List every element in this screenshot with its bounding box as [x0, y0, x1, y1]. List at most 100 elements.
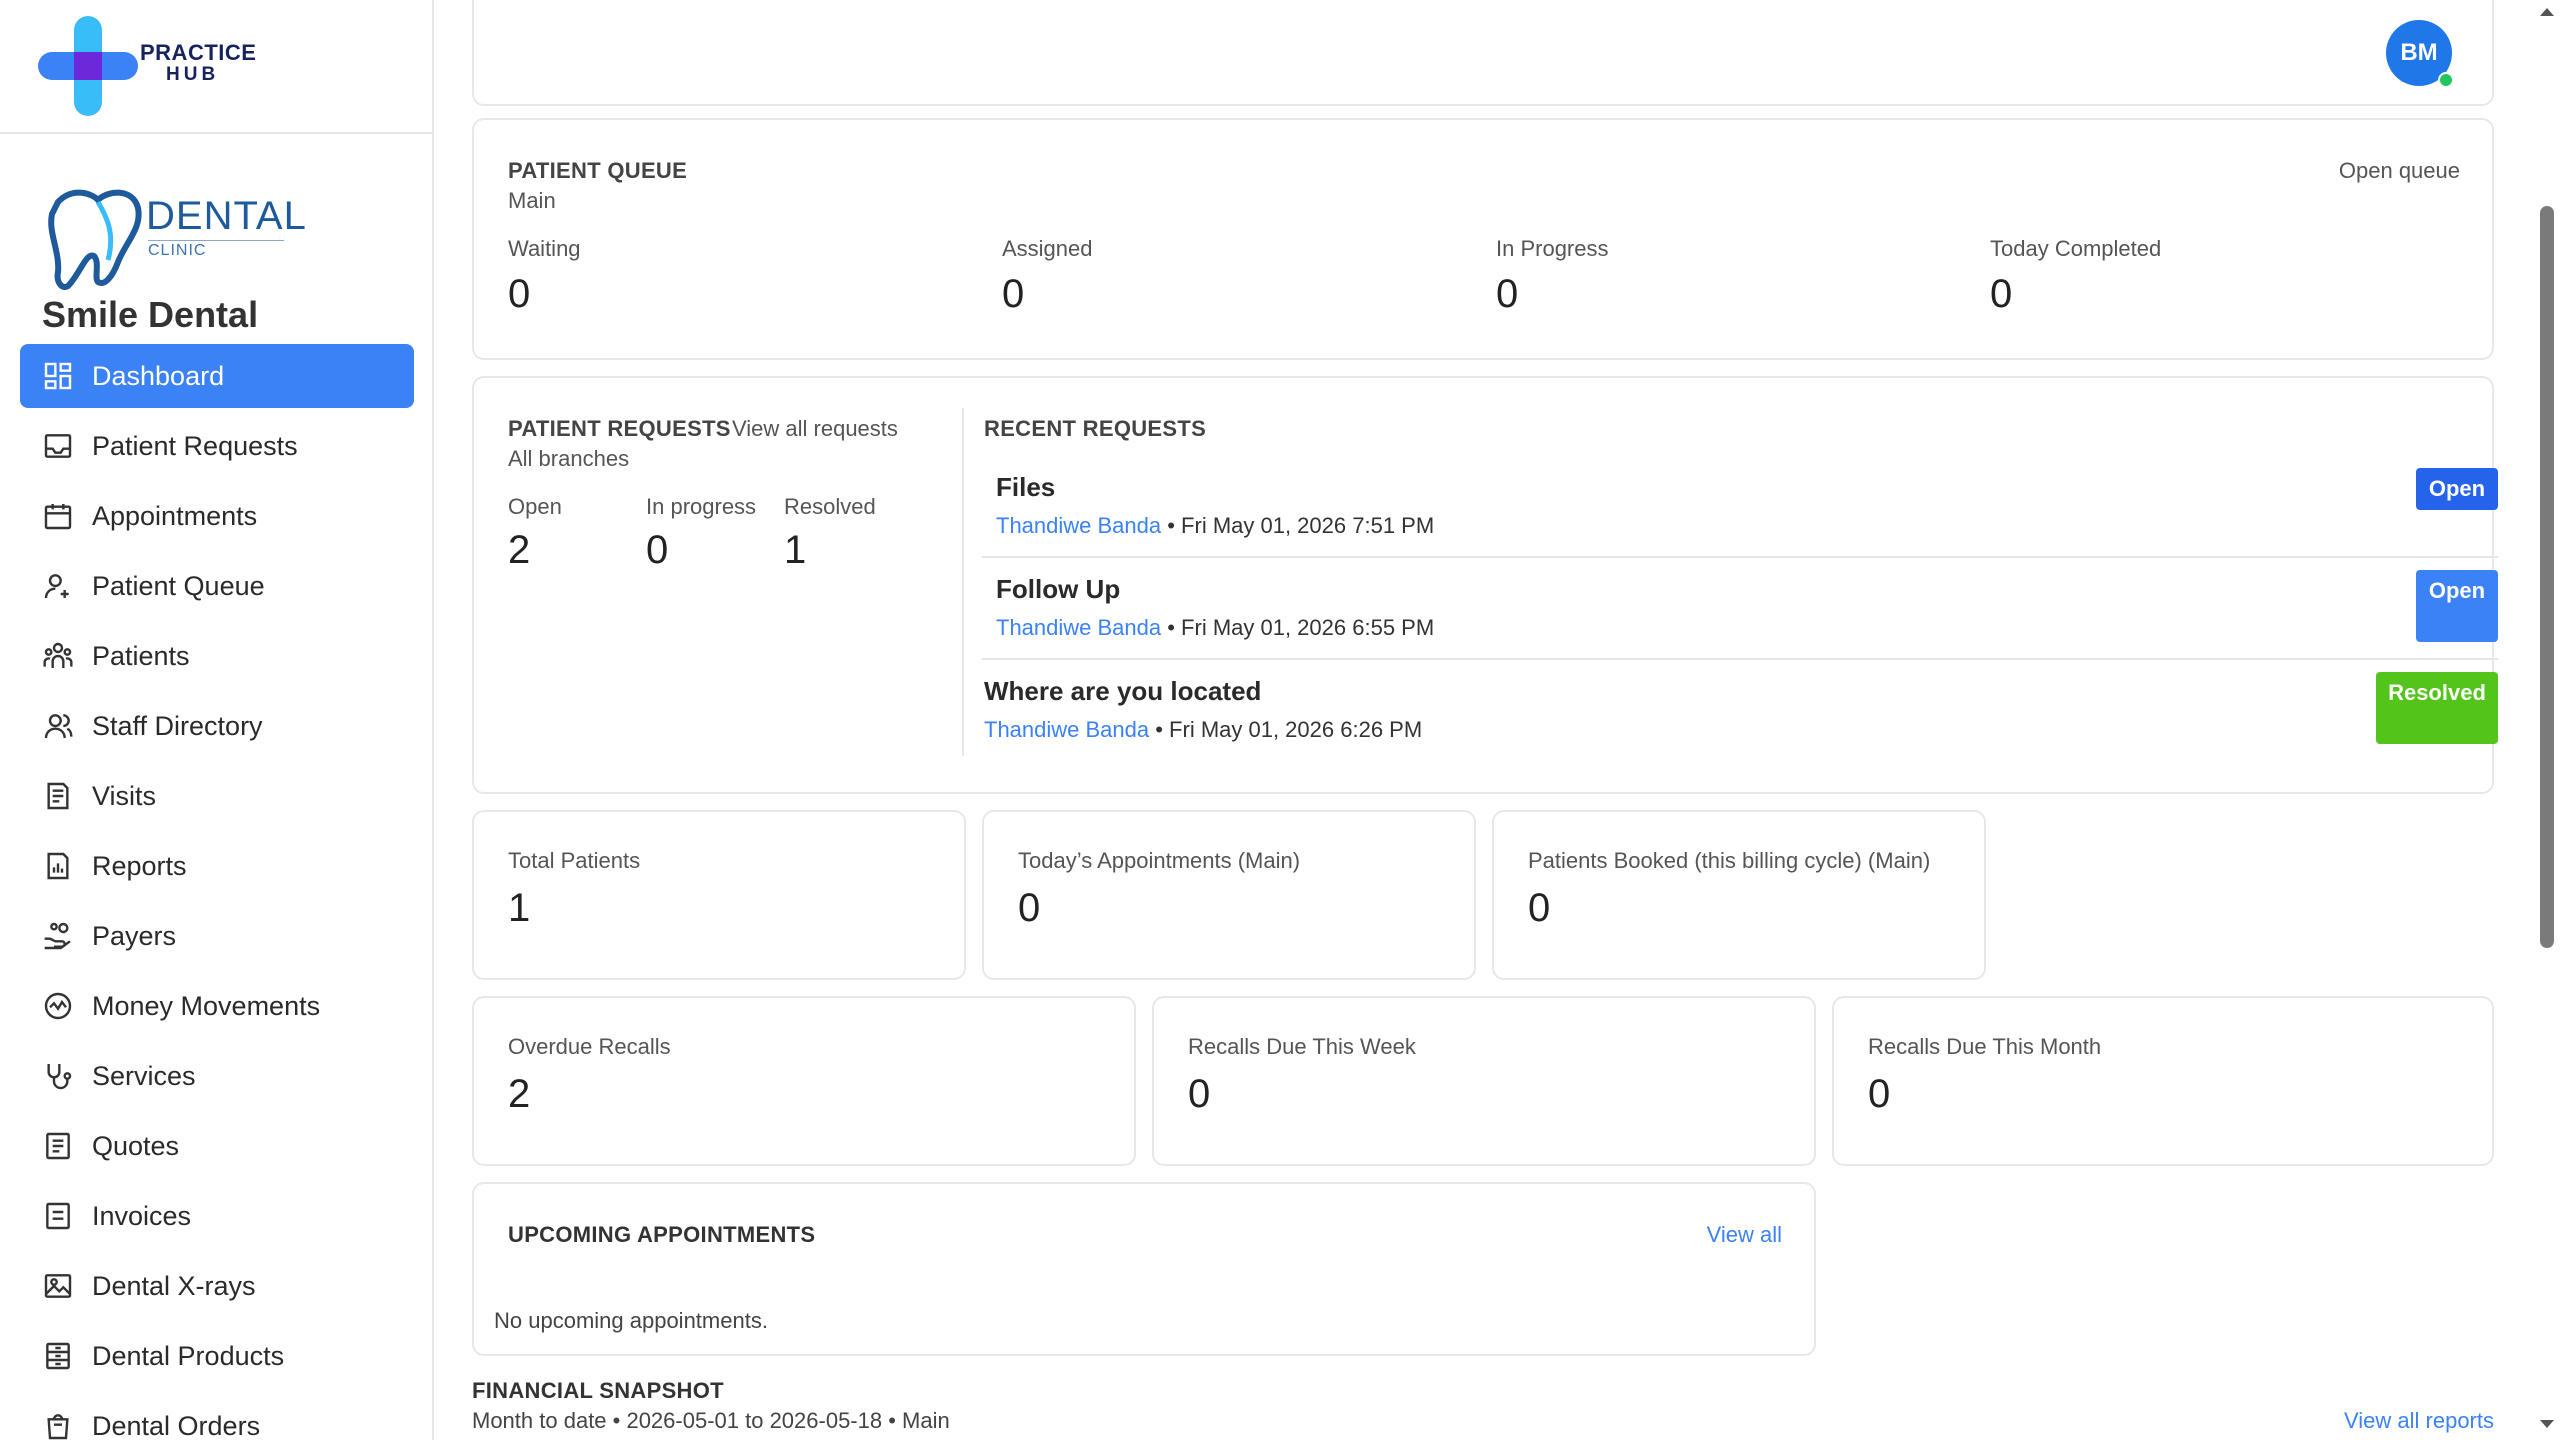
- requests-branch: All branches: [508, 446, 630, 471]
- sidebar-item-label: Dental Products: [92, 1340, 285, 1371]
- metric-card-recalls-month: Recalls Due This Month 0: [1832, 996, 2494, 1166]
- metric-label: Overdue Recalls: [508, 1034, 671, 1059]
- metric-value: 0: [1188, 1072, 1211, 1116]
- patient-queue-title: PATIENT QUEUE: [508, 158, 688, 183]
- metric-card-overdue-recalls: Overdue Recalls 2: [472, 996, 1136, 1166]
- clinic-header: DENTAL CLINIC Smile Dental: [0, 134, 432, 340]
- request-datetime: • Fri May 01, 2026 7:51 PM: [1161, 513, 1435, 538]
- sidebar-item-dental-xrays[interactable]: Dental X-rays: [20, 1254, 414, 1318]
- upcoming-appointments-title: UPCOMING APPOINTMENTS: [508, 1222, 816, 1247]
- sidebar-item-label: Dental Orders: [92, 1410, 261, 1440]
- metric-value: 2: [508, 1072, 531, 1116]
- queue-stat-label: Waiting: [508, 236, 581, 261]
- practice-hub-logo-icon[interactable]: [36, 14, 140, 118]
- quote-icon: [46, 1132, 70, 1160]
- brand-name-line1: PRACTICE: [140, 40, 257, 65]
- sidebar-item-invoices[interactable]: Invoices: [20, 1184, 414, 1248]
- metric-label: Total Patients: [508, 848, 641, 873]
- clinic-logo-word: DENTAL: [146, 194, 307, 238]
- financial-snapshot-title: FINANCIAL SNAPSHOT: [472, 1378, 724, 1403]
- sidebar-item-patient-queue[interactable]: Patient Queue: [20, 554, 414, 618]
- metric-card-recalls-week: Recalls Due This Week 0: [1152, 996, 1816, 1166]
- scrollbar[interactable]: [2534, 0, 2560, 1440]
- staff-icon: [44, 714, 73, 739]
- metric-value: 0: [1528, 886, 1551, 930]
- sidebar-item-payers[interactable]: Payers: [20, 904, 414, 968]
- main-content: BM PATIENT QUEUE Main Open queue Waiting…: [436, 0, 2534, 1440]
- sidebar-item-label: Quotes: [92, 1130, 180, 1161]
- requests-divider: [962, 408, 964, 756]
- request-meta: Thandiwe Banda • Fri May 01, 2026 7:51 P…: [996, 513, 1434, 539]
- request-patient-link[interactable]: Thandiwe Banda: [996, 513, 1161, 538]
- inbox-icon: [44, 434, 72, 458]
- request-stat-value: 1: [784, 528, 807, 572]
- sidebar-item-label: Reports: [92, 850, 187, 881]
- sidebar-item-reports[interactable]: Reports: [20, 834, 414, 898]
- request-item[interactable]: Files Thandiwe Banda • Fri May 01, 2026 …: [996, 472, 1434, 539]
- user-queue-icon: [44, 574, 69, 599]
- open-queue-link[interactable]: Open queue: [2339, 158, 2460, 184]
- request-item[interactable]: Follow Up Thandiwe Banda • Fri May 01, 2…: [996, 574, 1434, 641]
- scroll-thumb[interactable]: [2540, 206, 2554, 948]
- request-patient-link[interactable]: Thandiwe Banda: [984, 717, 1149, 742]
- queue-stat-value: 0: [1496, 272, 1519, 316]
- metric-value: 1: [508, 886, 531, 930]
- brand-header: PRACTICE HUB: [0, 0, 432, 134]
- scroll-down-arrow-icon[interactable]: [2534, 1414, 2560, 1434]
- sidebar-item-staff-directory[interactable]: Staff Directory: [20, 694, 414, 758]
- sidebar-item-label: Dashboard: [92, 360, 225, 391]
- no-upcoming-appointments: No upcoming appointments.: [494, 1308, 768, 1333]
- status-badge: Open: [2416, 468, 2498, 510]
- recent-requests-title: RECENT REQUESTS: [984, 416, 1207, 441]
- request-stat: Open 2: [508, 494, 562, 573]
- request-item[interactable]: Where are you located Thandiwe Banda • F…: [984, 676, 1422, 743]
- clinic-name: Smile Dental: [42, 294, 259, 335]
- sidebar-item-quotes[interactable]: Quotes: [20, 1114, 414, 1178]
- dashboard-icon: [44, 362, 72, 390]
- request-divider: [982, 556, 2498, 558]
- queue-stat: Today Completed 0: [1990, 236, 2161, 317]
- sidebar-nav: Dashboard Patient Requests Appointments …: [20, 344, 414, 1440]
- calendar-icon: [44, 504, 72, 530]
- sidebar-item-patients[interactable]: Patients: [20, 624, 414, 688]
- sidebar-item-label: Patients: [92, 640, 190, 671]
- status-badge: Resolved: [2376, 672, 2498, 744]
- status-badge: Open: [2416, 570, 2498, 642]
- sidebar-item-visits[interactable]: Visits: [20, 764, 414, 828]
- metric-card-total-patients: Total Patients 1: [472, 810, 966, 980]
- stethoscope-icon: [47, 1064, 72, 1090]
- sidebar: PRACTICE HUB DENTAL CLINIC Smile Dental …: [0, 0, 434, 1440]
- view-all-reports-link[interactable]: View all reports: [2344, 1408, 2494, 1434]
- sidebar-item-dental-orders[interactable]: Dental Orders: [20, 1394, 414, 1440]
- request-stat-label: In progress: [646, 494, 757, 519]
- sidebar-item-label: Patient Queue: [92, 570, 265, 601]
- clinic-logo-sub: CLINIC: [148, 240, 284, 260]
- request-divider: [982, 658, 2498, 660]
- sidebar-item-dental-products[interactable]: Dental Products: [20, 1324, 414, 1388]
- view-all-appointments-link[interactable]: View all: [1707, 1222, 1782, 1248]
- sidebar-item-dashboard[interactable]: Dashboard: [20, 344, 414, 408]
- request-stat: Resolved 1: [784, 494, 876, 573]
- view-all-requests-link[interactable]: View all requests: [732, 416, 898, 442]
- activity-icon: [44, 992, 72, 1020]
- patient-queue-card: PATIENT QUEUE Main Open queue Waiting 0 …: [472, 118, 2494, 360]
- sidebar-item-label: Appointments: [92, 500, 258, 531]
- sidebar-item-services[interactable]: Services: [20, 1044, 414, 1108]
- hand-coins-icon: [44, 922, 71, 950]
- sidebar-item-appointments[interactable]: Appointments: [20, 484, 414, 548]
- sidebar-item-money-movements[interactable]: Money Movements: [20, 974, 414, 1038]
- request-stat-value: 2: [508, 528, 531, 572]
- invoice-icon: [46, 1202, 70, 1230]
- metric-value: 0: [1868, 1072, 1891, 1116]
- request-stat-label: Resolved: [784, 494, 876, 519]
- queue-stat-label: In Progress: [1496, 236, 1609, 261]
- upcoming-appointments-card: UPCOMING APPOINTMENTS View all No upcomi…: [472, 1182, 1816, 1356]
- sidebar-item-patient-requests[interactable]: Patient Requests: [20, 414, 414, 478]
- scroll-up-arrow-icon[interactable]: [2534, 2, 2560, 22]
- tooth-logo-icon: [48, 189, 142, 290]
- metric-card-patients-booked: Patients Booked (this billing cycle) (Ma…: [1492, 810, 1986, 980]
- metric-label: Today’s Appointments (Main): [1018, 848, 1301, 873]
- financial-snapshot-period: Month to date • 2026-05-01 to 2026-05-18…: [472, 1408, 950, 1433]
- request-patient-link[interactable]: Thandiwe Banda: [996, 615, 1161, 640]
- request-stat: In progress 0: [646, 494, 756, 573]
